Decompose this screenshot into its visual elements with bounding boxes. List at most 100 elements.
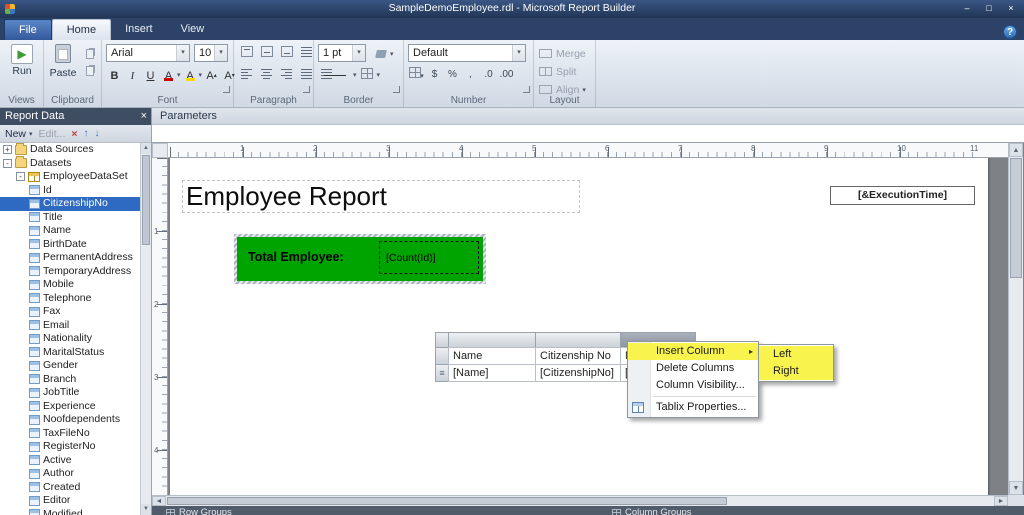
edit-button[interactable]: Edit... bbox=[39, 128, 66, 140]
font-dialog-launcher[interactable] bbox=[223, 86, 230, 93]
column-handle-1[interactable] bbox=[535, 332, 621, 348]
italic-button[interactable]: I bbox=[124, 67, 141, 84]
expander-icon[interactable]: + bbox=[3, 145, 12, 155]
tree-item-citizenshipno[interactable]: CitizenshipNo bbox=[0, 197, 151, 211]
cut-button[interactable] bbox=[82, 47, 98, 61]
design-vertical-scrollbar[interactable]: ▲ ▼ bbox=[1008, 143, 1023, 495]
move-up-icon[interactable]: ↑ bbox=[84, 128, 89, 139]
column-handle-0[interactable] bbox=[448, 332, 536, 348]
submenu-item-right[interactable]: Right bbox=[759, 363, 833, 380]
align-left-button[interactable] bbox=[238, 67, 255, 84]
scroll-up-icon[interactable]: ▲ bbox=[141, 143, 151, 154]
menu-item-insert-column[interactable]: Insert Column ▸ bbox=[628, 343, 758, 360]
design-horizontal-scrollbar[interactable]: ◄ ► bbox=[152, 495, 1008, 506]
tree-item-telephone[interactable]: Telephone bbox=[0, 292, 151, 306]
expander-icon[interactable]: - bbox=[3, 158, 12, 168]
execution-time-textbox[interactable]: [&ExecutionTime] bbox=[830, 186, 975, 205]
thousands-separator-button[interactable]: , bbox=[462, 67, 479, 83]
tablix-corner-handle[interactable] bbox=[435, 332, 449, 348]
tree-item-gender[interactable]: Gender bbox=[0, 359, 151, 373]
row-handle-header[interactable] bbox=[435, 347, 449, 365]
tree-item-email[interactable]: Email bbox=[0, 319, 151, 333]
menu-item-column-visibility[interactable]: Column Visibility... bbox=[628, 377, 758, 394]
paste-button[interactable]: Paste bbox=[46, 44, 80, 79]
parameters-area[interactable] bbox=[152, 125, 1024, 143]
report-title-textbox[interactable]: Employee Report bbox=[182, 180, 580, 213]
align-bottom-button[interactable] bbox=[278, 45, 295, 62]
run-button[interactable]: ▶ Run bbox=[5, 44, 39, 77]
tab-home[interactable]: Home bbox=[51, 19, 112, 40]
data-cell-1[interactable]: [CitizenshipNo] bbox=[535, 364, 621, 382]
chevron-down-icon[interactable]: ▾ bbox=[29, 130, 33, 138]
tree-item-employeedataset[interactable]: - EmployeeDataSet bbox=[0, 170, 151, 184]
percent-button[interactable]: % bbox=[444, 67, 461, 83]
tree-item-data-sources[interactable]: + Data Sources bbox=[0, 143, 151, 157]
tree-item-noofdependents[interactable]: Noofdependents bbox=[0, 413, 151, 427]
split-button[interactable]: Split bbox=[539, 63, 576, 80]
tab-view[interactable]: View bbox=[167, 19, 219, 40]
scroll-thumb[interactable] bbox=[142, 155, 150, 245]
tab-insert[interactable]: Insert bbox=[111, 19, 167, 40]
tree-item-title[interactable]: Title bbox=[0, 211, 151, 225]
chevron-down-icon[interactable]: ▾ bbox=[390, 50, 394, 58]
total-employee-label[interactable]: Total Employee: bbox=[240, 241, 376, 274]
tree-item-fax[interactable]: Fax bbox=[0, 305, 151, 319]
format-style-button[interactable]: ▾ bbox=[408, 67, 425, 83]
total-employee-banner[interactable]: Total Employee: [Count(Id)] bbox=[234, 234, 486, 284]
submenu-item-left[interactable]: Left bbox=[759, 346, 833, 363]
bullets-button[interactable] bbox=[298, 67, 315, 84]
copy-button[interactable] bbox=[82, 64, 98, 78]
border-color-button[interactable] bbox=[372, 46, 389, 63]
move-down-icon[interactable]: ↓ bbox=[95, 128, 100, 139]
tree-item-permanentaddress[interactable]: PermanentAddress bbox=[0, 251, 151, 265]
tree-item-active[interactable]: Active bbox=[0, 454, 151, 468]
font-color-button[interactable]: A bbox=[160, 67, 177, 84]
total-employee-value[interactable]: [Count(Id)] bbox=[379, 241, 479, 274]
tree-item-modified[interactable]: Modified bbox=[0, 508, 151, 515]
line-style-select[interactable] bbox=[318, 67, 352, 84]
data-cell-0[interactable]: [Name] bbox=[448, 364, 536, 382]
tree-item-mobile[interactable]: Mobile bbox=[0, 278, 151, 292]
help-icon[interactable]: ? bbox=[1003, 25, 1017, 39]
expander-icon[interactable]: - bbox=[16, 172, 25, 182]
scroll-right-icon[interactable]: ► bbox=[994, 496, 1008, 506]
scroll-thumb[interactable] bbox=[167, 497, 727, 505]
chevron-down-icon[interactable]: ▾ bbox=[353, 71, 357, 79]
tab-file[interactable]: File bbox=[4, 19, 52, 40]
chevron-down-icon[interactable]: ▾ bbox=[177, 71, 181, 79]
tree-item-nationality[interactable]: Nationality bbox=[0, 332, 151, 346]
tree-item-author[interactable]: Author bbox=[0, 467, 151, 481]
tree-item-birthdate[interactable]: BirthDate bbox=[0, 238, 151, 252]
report-page[interactable]: Employee Report [&ExecutionTime] Total E… bbox=[170, 158, 988, 495]
tree-item-editor[interactable]: Editor bbox=[0, 494, 151, 508]
menu-item-tablix-properties[interactable]: Tablix Properties... bbox=[628, 399, 758, 416]
border-width-select[interactable]: 1 pt ▾ bbox=[318, 44, 366, 62]
number-format-select[interactable]: Default ▾ bbox=[408, 44, 526, 62]
scroll-down-icon[interactable]: ▼ bbox=[141, 504, 151, 515]
borders-button[interactable] bbox=[359, 67, 376, 84]
header-cell-name[interactable]: Name bbox=[448, 347, 536, 365]
align-center-button[interactable] bbox=[258, 67, 275, 84]
row-groups-header[interactable]: Row Groups bbox=[166, 507, 232, 515]
font-size-select[interactable]: 10 ▾ bbox=[194, 44, 228, 62]
panel-close-icon[interactable]: × bbox=[141, 108, 147, 125]
paragraph-dialog-launcher[interactable] bbox=[303, 86, 310, 93]
tree-item-id[interactable]: Id bbox=[0, 184, 151, 198]
number-dialog-launcher[interactable] bbox=[523, 86, 530, 93]
tree-item-registerno[interactable]: RegisterNo bbox=[0, 440, 151, 454]
grow-font-button[interactable]: A▴ bbox=[203, 67, 220, 84]
scroll-up-icon[interactable]: ▲ bbox=[1009, 143, 1023, 157]
chevron-down-icon[interactable]: ▾ bbox=[199, 71, 203, 79]
tree-item-branch[interactable]: Branch bbox=[0, 373, 151, 387]
align-top-button[interactable] bbox=[238, 45, 255, 62]
currency-button[interactable]: $ bbox=[426, 67, 443, 83]
row-handle-data[interactable]: ≡ bbox=[435, 364, 449, 382]
tree-item-datasets[interactable]: - Datasets bbox=[0, 156, 151, 171]
scroll-left-icon[interactable]: ◄ bbox=[152, 496, 166, 506]
highlight-color-button[interactable]: A bbox=[182, 67, 199, 84]
merge-button[interactable]: Merge bbox=[539, 45, 586, 62]
menu-item-delete-columns[interactable]: Delete Columns bbox=[628, 360, 758, 377]
column-groups-header[interactable]: Column Groups bbox=[612, 507, 692, 515]
scroll-down-icon[interactable]: ▼ bbox=[1009, 481, 1023, 495]
decrease-decimal-button[interactable]: .0 bbox=[480, 67, 497, 83]
